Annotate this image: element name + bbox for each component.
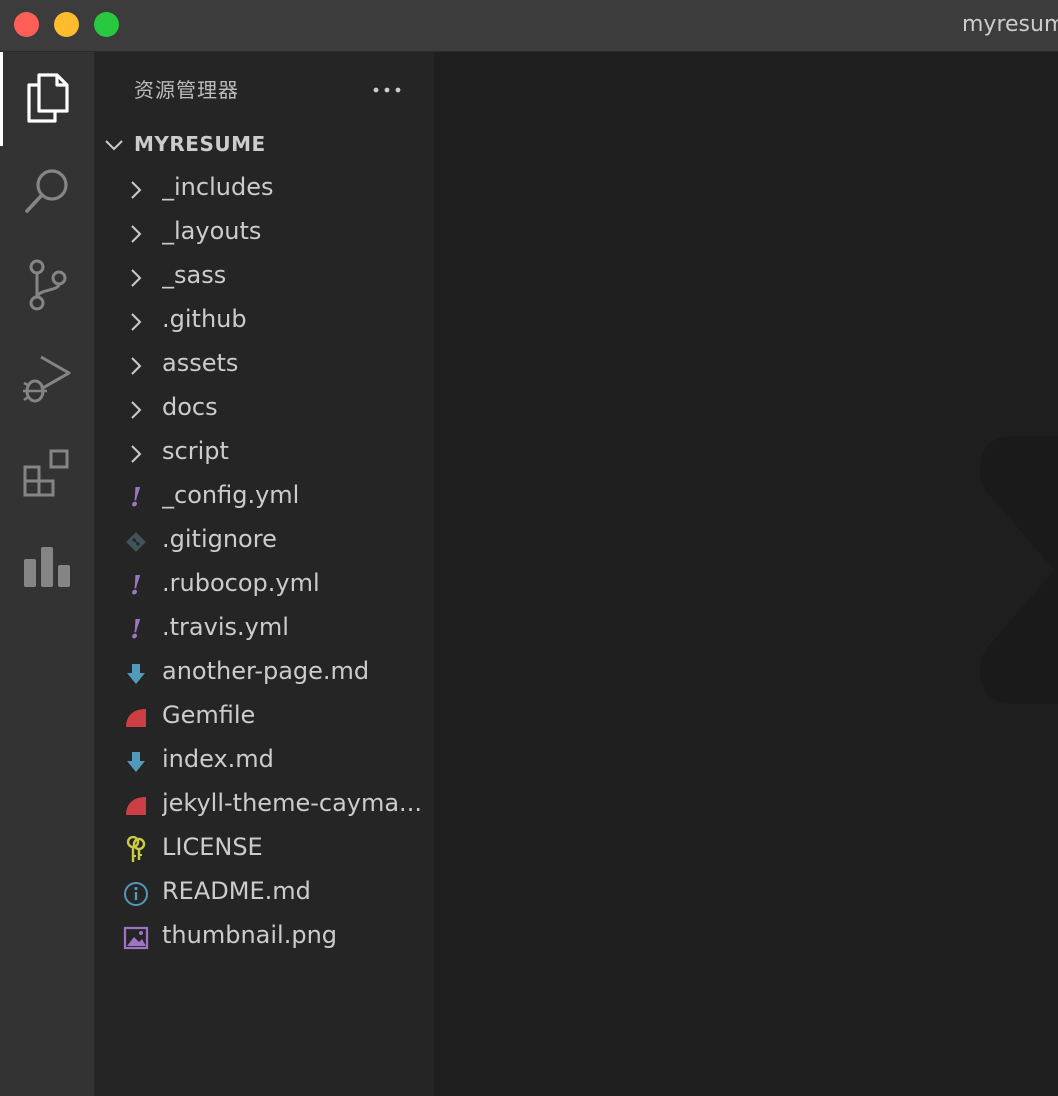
file-label: thumbnail.png bbox=[162, 921, 338, 949]
yaml-icon: ! bbox=[130, 615, 142, 645]
files-icon bbox=[23, 71, 71, 127]
file-label: .rubocop.yml bbox=[162, 569, 320, 597]
folder-label: docs bbox=[162, 393, 218, 421]
folder-item[interactable]: _includes bbox=[94, 168, 434, 212]
chevron-right-icon bbox=[122, 396, 150, 424]
more-actions-button[interactable] bbox=[370, 68, 404, 106]
file-item[interactable]: index.md bbox=[94, 740, 434, 784]
file-label: Gemfile bbox=[162, 701, 256, 729]
file-item[interactable]: ! .rubocop.yml bbox=[94, 564, 434, 608]
activity-search[interactable] bbox=[0, 146, 94, 240]
file-label: README.md bbox=[162, 877, 311, 905]
folder-label: script bbox=[162, 437, 229, 465]
maximize-window-button[interactable] bbox=[94, 12, 119, 37]
extensions-icon bbox=[21, 447, 73, 503]
yaml-icon: ! bbox=[130, 483, 142, 513]
folder-item[interactable]: docs bbox=[94, 388, 434, 432]
git-icon bbox=[122, 528, 150, 556]
file-item[interactable]: another-page.md bbox=[94, 652, 434, 696]
file-item[interactable]: .gitignore bbox=[94, 520, 434, 564]
folder-item[interactable]: _sass bbox=[94, 256, 434, 300]
folder-label: .github bbox=[162, 305, 247, 333]
folder-label: _layouts bbox=[162, 217, 262, 245]
window-title: myresume bbox=[962, 12, 1058, 37]
file-item[interactable]: jekyll-theme-cayma... bbox=[94, 784, 434, 828]
chevron-right-icon bbox=[122, 264, 150, 292]
file-item[interactable]: ! .travis.yml bbox=[94, 608, 434, 652]
file-item[interactable]: LICENSE bbox=[94, 828, 434, 872]
file-item[interactable]: ! _config.yml bbox=[94, 476, 434, 520]
markdown-icon bbox=[122, 660, 150, 688]
source-control-icon bbox=[25, 259, 69, 315]
image-icon bbox=[122, 924, 150, 952]
run-debug-icon bbox=[21, 353, 73, 409]
license-icon bbox=[122, 836, 150, 864]
ruby-icon bbox=[122, 704, 150, 732]
file-item[interactable]: Gemfile bbox=[94, 696, 434, 740]
chevron-right-icon bbox=[122, 220, 150, 248]
activity-explorer[interactable] bbox=[0, 52, 94, 146]
file-label: another-page.md bbox=[162, 657, 370, 685]
file-label: .travis.yml bbox=[162, 613, 289, 641]
sidebar-title: 资源管理器 bbox=[134, 78, 239, 102]
folder-label: _includes bbox=[162, 173, 274, 201]
explorer-sidebar: 资源管理器 MYRESUME _includes _layouts _sass … bbox=[94, 52, 434, 1096]
activity-bar bbox=[0, 52, 94, 1096]
chevron-right-icon bbox=[122, 440, 150, 468]
folder-item[interactable]: script bbox=[94, 432, 434, 476]
chevron-down-icon bbox=[104, 135, 124, 159]
file-label: jekyll-theme-cayma... bbox=[162, 789, 422, 817]
chevron-right-icon bbox=[122, 308, 150, 336]
file-label: index.md bbox=[162, 745, 274, 773]
info-icon bbox=[122, 880, 150, 908]
folder-item[interactable]: .github bbox=[94, 300, 434, 344]
chevron-right-icon bbox=[122, 352, 150, 380]
workspace-root-label: MYRESUME bbox=[134, 132, 266, 156]
folder-label: assets bbox=[162, 349, 239, 377]
activity-extensions[interactable] bbox=[0, 428, 94, 522]
ellipsis-icon bbox=[373, 78, 401, 97]
close-window-button[interactable] bbox=[14, 12, 39, 37]
folder-label: _sass bbox=[162, 261, 227, 289]
folder-item[interactable]: assets bbox=[94, 344, 434, 388]
activity-source-control[interactable] bbox=[0, 240, 94, 334]
search-icon bbox=[22, 166, 72, 220]
editor-area bbox=[434, 52, 1058, 1096]
file-label: _config.yml bbox=[162, 481, 300, 509]
activity-stats[interactable] bbox=[0, 522, 94, 616]
minimize-window-button[interactable] bbox=[54, 12, 79, 37]
bar-chart-icon bbox=[22, 545, 72, 593]
file-label: .gitignore bbox=[162, 525, 277, 553]
activity-run-debug[interactable] bbox=[0, 334, 94, 428]
title-bar: myresume bbox=[0, 0, 1058, 52]
file-item[interactable]: thumbnail.png bbox=[94, 916, 434, 960]
vscode-watermark-logo bbox=[980, 436, 1058, 704]
markdown-icon bbox=[122, 748, 150, 776]
chevron-right-icon bbox=[122, 176, 150, 204]
yaml-icon: ! bbox=[130, 571, 142, 601]
workspace-root[interactable]: MYRESUME bbox=[94, 126, 434, 164]
ruby-icon bbox=[122, 792, 150, 820]
file-label: LICENSE bbox=[162, 833, 263, 861]
file-item[interactable]: README.md bbox=[94, 872, 434, 916]
folder-item[interactable]: _layouts bbox=[94, 212, 434, 256]
file-tree: _includes _layouts _sass .github assets … bbox=[94, 168, 434, 960]
